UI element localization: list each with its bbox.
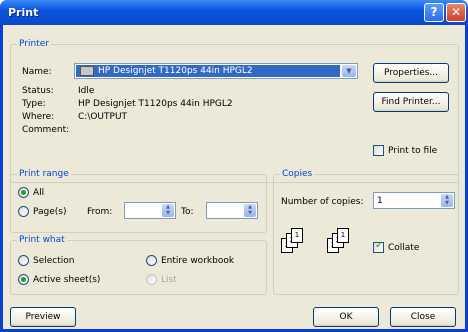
list-radio[interactable] (146, 274, 157, 285)
where-value: C:\OUTPUT (78, 112, 128, 122)
where-label: Where: (22, 112, 55, 122)
active-sheets-label[interactable]: Active sheet(s) (33, 274, 100, 286)
from-page-stepper[interactable]: ▲ ▼ (124, 202, 176, 219)
printer-name-value: HP Designjet T1120ps 44in HPGL2 (76, 65, 340, 77)
stepper-arrows-icon[interactable]: ▲ ▼ (244, 204, 256, 217)
selection-label[interactable]: Selection (33, 255, 74, 267)
stepper-arrows-icon[interactable]: ▲ ▼ (162, 204, 174, 217)
help-button[interactable]: ? (424, 3, 444, 22)
type-value: HP Designjet T1120ps 44in HPGL2 (78, 99, 233, 109)
dialog-body: Printer Name: HP Designjet T1120ps 44in … (3, 25, 465, 329)
entire-workbook-radio[interactable] (146, 255, 157, 266)
print-range-pages-radio[interactable] (18, 206, 29, 217)
chevron-down-icon[interactable]: ▼ (342, 65, 356, 77)
number-of-copies-value: 1 (377, 196, 383, 206)
printer-name-label: Name: (22, 67, 52, 77)
status-label: Status: (22, 86, 54, 96)
title-bar[interactable]: Print ? ✕ (0, 0, 468, 25)
window-title: Print (8, 6, 39, 19)
printer-group-label: Printer (17, 39, 51, 50)
list-label: List (161, 275, 177, 285)
entire-workbook-label[interactable]: Entire workbook (161, 255, 234, 267)
selection-radio[interactable] (18, 255, 29, 266)
collate-checkbox[interactable] (373, 240, 384, 253)
stepper-arrows-icon[interactable]: ▲ ▼ (441, 194, 453, 207)
collate-label[interactable]: Collate (388, 242, 419, 254)
print-dialog: Print ? ✕ Printer Name: HP Designjet T11… (0, 0, 468, 332)
print-what-group-label: Print what (17, 235, 67, 246)
type-label: Type: (22, 99, 46, 109)
preview-button[interactable]: Preview (10, 307, 76, 327)
print-to-file-label[interactable]: Print to file (388, 145, 437, 157)
print-range-pages-label[interactable]: Page(s) (33, 206, 67, 218)
print-range-all-label[interactable]: All (33, 187, 44, 199)
properties-button[interactable]: Properties... (373, 63, 449, 83)
number-of-copies-stepper[interactable]: 1 ▲ ▼ (373, 192, 455, 209)
copies-group-label: Copies (280, 169, 315, 180)
printer-name-select[interactable]: HP Designjet T1120ps 44in HPGL2 ▼ (74, 63, 358, 79)
ok-button[interactable]: OK (313, 307, 379, 327)
comment-label: Comment: (22, 125, 70, 135)
close-button[interactable]: Close (390, 307, 456, 327)
number-of-copies-label: Number of copies: (281, 197, 364, 207)
status-value: Idle (78, 86, 95, 96)
print-range-group-label: Print range (17, 169, 71, 180)
from-label: From: (87, 207, 113, 217)
print-range-all-radio[interactable] (18, 187, 29, 198)
active-sheets-radio[interactable] (18, 274, 29, 285)
printer-icon (80, 66, 94, 76)
find-printer-button[interactable]: Find Printer... (373, 92, 449, 112)
to-label: To: (181, 207, 194, 217)
print-to-file-checkbox[interactable] (373, 145, 384, 156)
to-page-stepper[interactable]: ▲ ▼ (206, 202, 258, 219)
print-what-group: Print what (10, 235, 267, 295)
close-icon[interactable]: ✕ (446, 3, 466, 22)
